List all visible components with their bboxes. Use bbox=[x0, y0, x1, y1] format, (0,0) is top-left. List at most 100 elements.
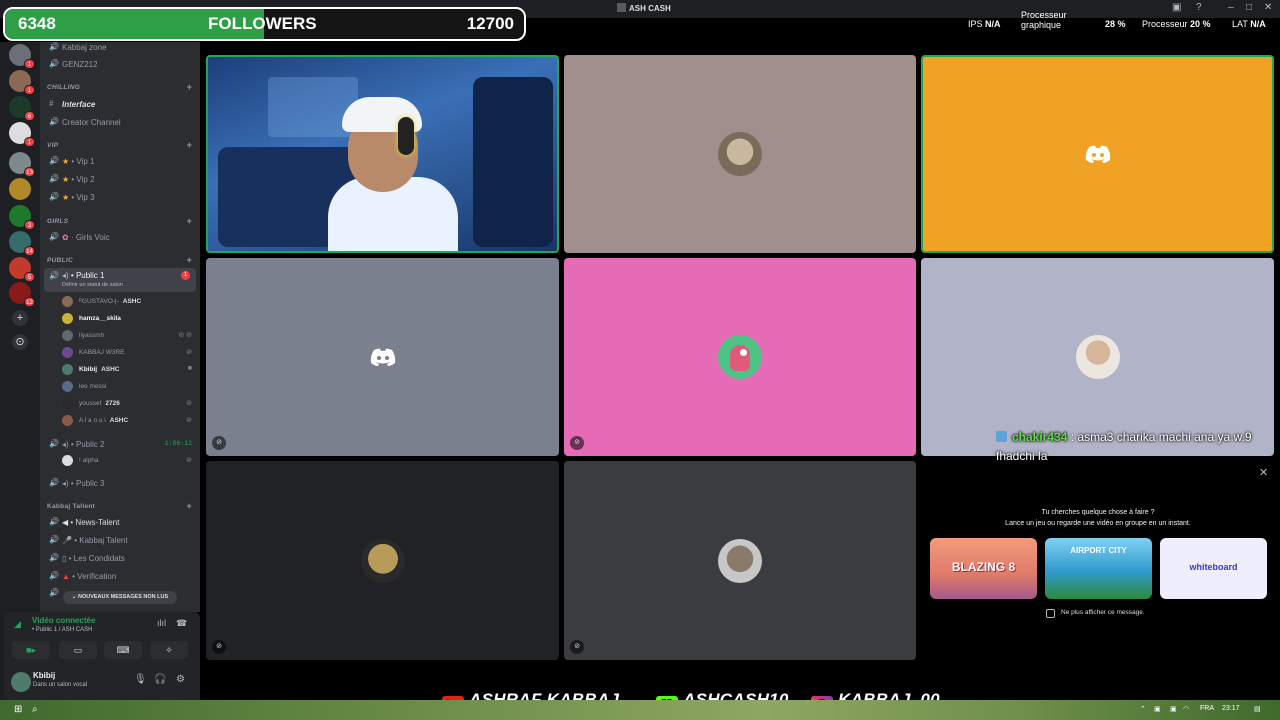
network-icon[interactable]: ◠ bbox=[1183, 705, 1189, 713]
voice-user[interactable]: llyassmh ⊘ ⊘ bbox=[62, 327, 196, 343]
add-channel-icon[interactable]: + bbox=[186, 82, 192, 92]
server-icon[interactable]: 6 bbox=[9, 96, 35, 121]
server-icon[interactable] bbox=[9, 178, 31, 200]
activity-card-blazing8[interactable]: BLAZING 8 bbox=[930, 538, 1037, 599]
video-tile-user-8[interactable]: ⊘ bbox=[564, 461, 916, 660]
server-icon[interactable]: 1 bbox=[9, 70, 35, 95]
help-icon[interactable]: ? bbox=[1196, 2, 1202, 13]
channel-status[interactable]: Définir un statut de salon bbox=[62, 282, 123, 288]
voice-user[interactable]: KABBAJ W3RE ⊘ bbox=[62, 344, 196, 360]
avatar[interactable] bbox=[11, 672, 31, 692]
maximize-icon[interactable]: □ bbox=[1246, 2, 1252, 13]
settings-gear-icon[interactable]: ⚙ bbox=[176, 674, 185, 685]
voice-channel-path[interactable]: • Public 1 / ASH CASH bbox=[32, 627, 92, 633]
category-chilling[interactable]: CHILLING + bbox=[40, 80, 200, 96]
avatar bbox=[1075, 335, 1120, 379]
tray-chevron-icon[interactable]: ⌃ bbox=[1140, 705, 1146, 713]
channel-kabbaj-zone[interactable]: 🔊 Kabbaj zone bbox=[40, 42, 200, 55]
category-public[interactable]: PUBLIC + bbox=[40, 253, 200, 269]
avatar bbox=[718, 132, 762, 176]
category-girls[interactable]: GIRLS + bbox=[40, 214, 200, 230]
language-indicator[interactable]: FRA bbox=[1200, 705, 1214, 712]
channel-creator[interactable]: 🔊 Creator Channel bbox=[40, 114, 200, 130]
video-tile-user-7[interactable]: ⊘ bbox=[206, 461, 559, 660]
category-kabbaj-tallent[interactable]: Kabbaj Tallent + bbox=[40, 499, 200, 515]
speaker-icon: 🔊 bbox=[49, 571, 59, 580]
close-icon[interactable]: ✕ bbox=[1259, 466, 1268, 479]
channel-public1[interactable]: 🔊 ◂) • Public 1 Définir un statut de sal… bbox=[44, 268, 196, 292]
video-tile-streamer[interactable] bbox=[206, 55, 559, 253]
explore-servers-icon[interactable]: ⊙ bbox=[12, 334, 28, 350]
tray-app-icon[interactable]: ▣ bbox=[1170, 705, 1177, 713]
channel-public3[interactable]: 🔊 ◂) • Public 3 bbox=[40, 475, 200, 491]
new-messages-pill[interactable]: ⌄ NOUVEAUX MESSAGES NON LUS bbox=[63, 591, 177, 604]
channel-girls-voice[interactable]: 🔊 ✿ · Girls Voic bbox=[40, 229, 200, 245]
tray-app-icon[interactable]: ▣ bbox=[1154, 705, 1161, 713]
server-icon[interactable]: 12 bbox=[9, 282, 35, 307]
mic-icon: 🎤 bbox=[62, 536, 72, 545]
channel-verification[interactable]: 🔊 ▲ • Verification bbox=[40, 568, 200, 584]
server-icon[interactable]: 3 bbox=[9, 205, 35, 230]
notification-icon[interactable]: ▤ bbox=[1254, 705, 1261, 713]
add-server-icon[interactable]: + bbox=[12, 310, 28, 326]
followers-label: FOLLOWERS bbox=[208, 14, 317, 33]
video-tile-user-3[interactable] bbox=[921, 55, 1274, 253]
mention-badge: 5 bbox=[24, 272, 35, 282]
video-tile-user-2[interactable] bbox=[564, 55, 916, 253]
windows-start-icon[interactable]: ⊞ bbox=[14, 704, 22, 715]
star-icon: ★ bbox=[62, 157, 70, 166]
video-tile-user-5[interactable]: ⊘ bbox=[564, 258, 916, 456]
video-tile-user-6[interactable] bbox=[921, 258, 1274, 456]
voice-user[interactable]: leo messi bbox=[62, 378, 196, 394]
server-icon[interactable]: 1 bbox=[9, 44, 35, 69]
speaker-icon: ◂) bbox=[62, 479, 69, 488]
add-channel-icon[interactable]: + bbox=[186, 501, 192, 511]
channel-kabbaj-talent[interactable]: 🔊 🎤 • Kabbaj Talent bbox=[40, 532, 200, 548]
unread-badge: 1 bbox=[181, 271, 190, 280]
soundboard-button[interactable]: ✧ bbox=[150, 641, 188, 659]
server-icon[interactable]: 13 bbox=[9, 152, 35, 177]
add-channel-icon[interactable]: + bbox=[186, 216, 192, 226]
category-vip[interactable]: VIP + bbox=[40, 138, 200, 154]
server-icon[interactable]: 1 bbox=[9, 122, 35, 147]
voice-user[interactable]: hamza__skila bbox=[62, 310, 196, 326]
activity-button[interactable]: ⌨ bbox=[104, 641, 142, 659]
channel-genz[interactable]: 🔊 GENZ212 bbox=[40, 56, 200, 72]
video-tile-user-4[interactable]: ⊘ bbox=[206, 258, 559, 456]
channel-interface[interactable]: # Interface bbox=[40, 96, 200, 112]
server-icon[interactable]: 14 bbox=[9, 231, 35, 256]
signal-icon[interactable]: ◢ bbox=[14, 619, 21, 630]
activity-card-airport-city[interactable]: AIRPORT CITY bbox=[1045, 538, 1152, 599]
headset-icon[interactable]: 🎧 bbox=[154, 674, 166, 685]
voice-user[interactable]: A l a o u i ASHC ⊘ bbox=[62, 412, 196, 428]
voice-user[interactable]: ! alpha ⊘ bbox=[62, 452, 196, 468]
channel-les-condidats[interactable]: 🔊 ▯ • Les Condidats bbox=[40, 550, 200, 566]
channel-vip2[interactable]: 🔊 ★ • Vip 2 bbox=[40, 171, 200, 187]
add-channel-icon[interactable]: + bbox=[186, 140, 192, 150]
voice-user-name: ᴿGUSTAVO-|- ASHC bbox=[79, 298, 142, 305]
inbox-icon[interactable]: ▣ bbox=[1172, 2, 1181, 13]
user-name[interactable]: Kbibij bbox=[33, 671, 55, 680]
channel-public2[interactable]: 🔊 ◂) • Public 2 1:06:12 bbox=[40, 436, 200, 452]
microphone-icon[interactable]: 🎙 bbox=[134, 674, 147, 685]
server-icon[interactable]: 5 bbox=[9, 257, 35, 282]
close-window-icon[interactable]: ✕ bbox=[1264, 2, 1272, 13]
noise-suppression-icon[interactable]: ılıl bbox=[157, 618, 166, 628]
screen-share-button[interactable]: ▭ bbox=[59, 641, 97, 659]
dont-show-checkbox[interactable] bbox=[1046, 609, 1055, 618]
add-channel-icon[interactable]: + bbox=[186, 255, 192, 265]
channel-news-talent[interactable]: 🔊 ◀ • News-Talent bbox=[40, 514, 200, 530]
voice-user[interactable]: youssef 2726 ⊘ bbox=[62, 395, 196, 411]
clock[interactable]: 23:17 bbox=[1222, 705, 1240, 712]
voice-status[interactable]: Vidéo connectée bbox=[32, 616, 95, 625]
voice-user[interactable]: Kbibij ASHC ■ bbox=[62, 361, 196, 377]
minimize-icon[interactable]: – bbox=[1228, 2, 1234, 13]
channel-vip3[interactable]: 🔊 ★ • Vip 3 bbox=[40, 189, 200, 205]
voice-user[interactable]: ᴿGUSTAVO-|- ASHC bbox=[62, 293, 196, 309]
channel-vip1[interactable]: 🔊 ★ • Vip 1 bbox=[40, 153, 200, 169]
search-icon[interactable]: ⌕ bbox=[32, 704, 38, 715]
disconnect-icon[interactable]: ☎ bbox=[176, 618, 187, 629]
camera-button[interactable]: ■▸ bbox=[12, 641, 50, 659]
perf-lat: LAT N/A bbox=[1232, 19, 1266, 29]
activity-card-whiteboard[interactable]: whiteboard bbox=[1160, 538, 1267, 599]
